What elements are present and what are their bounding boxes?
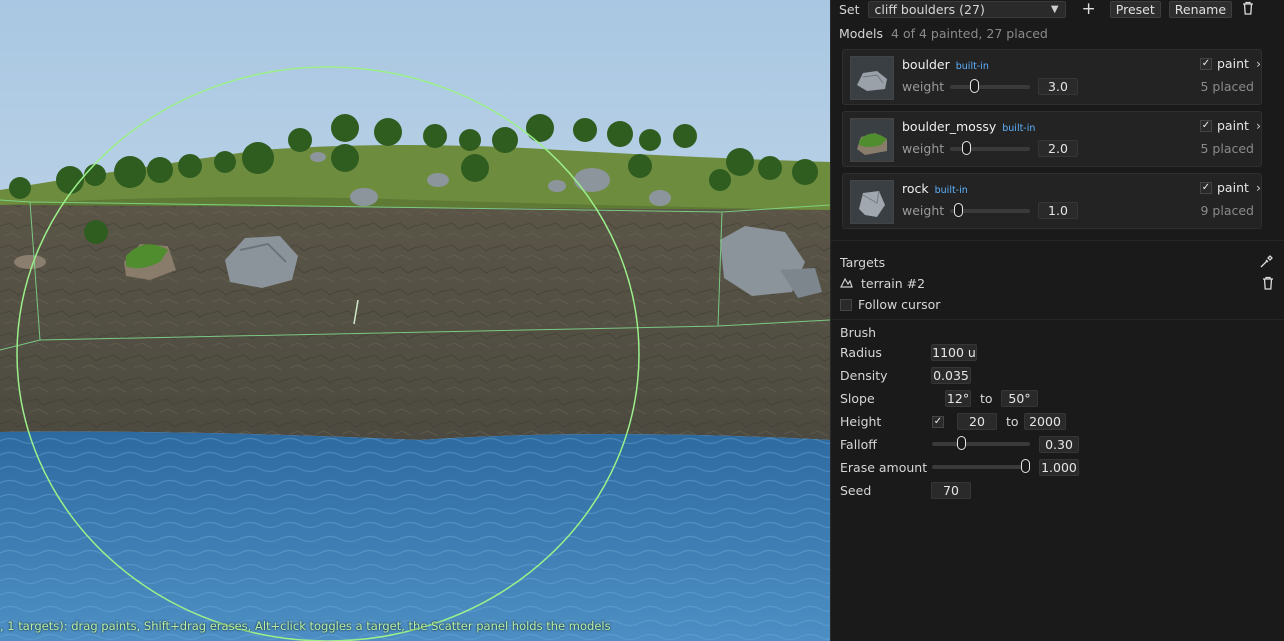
placed-count: 5 placed	[1200, 141, 1255, 156]
caret-down-icon: ▼	[1050, 4, 1059, 15]
height-enabled-checkbox[interactable]: ✓	[932, 416, 944, 428]
model-thumbnail	[850, 118, 894, 162]
paint-checkbox[interactable]: ✓	[1200, 119, 1212, 132]
weight-slider[interactable]	[950, 79, 1030, 93]
weight-label: weight	[902, 79, 945, 94]
paint-label: paint	[1217, 56, 1249, 71]
divider	[831, 240, 1284, 241]
set-value: cliff boulders (27)	[874, 2, 985, 17]
weight-value[interactable]: 1.0	[1038, 202, 1078, 219]
model-thumbnail	[850, 56, 894, 100]
set-row: Set cliff boulders (27) ▼ + Preset Renam…	[839, 1, 1254, 18]
scatter-panel: Set cliff boulders (27) ▼ + Preset Renam…	[830, 0, 1284, 641]
slider-knob[interactable]	[970, 79, 979, 93]
height-to-label: to	[1006, 414, 1019, 429]
scene-viewport[interactable]: , 1 targets): drag paints, Shift+drag er…	[0, 0, 830, 641]
built-in-badge: built-in	[1002, 123, 1036, 134]
model-card-boulder-mossy[interactable]: boulder_mossy built-in weight 2.0 ✓ paint …	[842, 111, 1262, 167]
chevron-right-icon[interactable]: ›	[1256, 56, 1261, 71]
slider-knob[interactable]	[954, 203, 963, 217]
eyedropper-icon[interactable]	[1259, 255, 1273, 269]
slider-knob[interactable]	[957, 436, 967, 450]
model-name: rock	[902, 181, 929, 196]
model-card-rock[interactable]: rock built-in weight 1.0 ✓ paint › 9 place…	[842, 173, 1262, 229]
weight-value[interactable]: 2.0	[1038, 140, 1078, 157]
slope-max-input[interactable]: 50°	[1001, 390, 1038, 407]
slope-to-label: to	[980, 391, 993, 406]
models-summary: 4 of 4 painted, 27 placed	[891, 26, 1048, 41]
scene-render[interactable]	[0, 0, 830, 641]
models-header: Models 4 of 4 painted, 27 placed	[839, 26, 1048, 41]
falloff-value[interactable]: 0.30	[1039, 436, 1079, 453]
built-in-badge: built-in	[934, 185, 968, 196]
slider-knob[interactable]	[962, 141, 971, 155]
density-input[interactable]: 0.035	[931, 367, 971, 384]
weight-slider[interactable]	[950, 141, 1030, 155]
model-thumbnail	[850, 180, 894, 224]
weight-value[interactable]: 3.0	[1038, 78, 1078, 95]
slope-min-input[interactable]: 12°	[945, 390, 971, 407]
slope-label: Slope	[840, 391, 875, 406]
chevron-right-icon[interactable]: ›	[1256, 118, 1261, 133]
viewport-hint: , 1 targets): drag paints, Shift+drag er…	[0, 619, 611, 633]
density-label: Density	[840, 368, 888, 383]
erase-amount-label: Erase amount	[840, 460, 928, 475]
divider	[831, 319, 1284, 320]
set-label: Set	[839, 2, 860, 17]
built-in-badge: built-in	[955, 61, 989, 72]
seed-label: Seed	[840, 483, 872, 498]
brush-title: Brush	[840, 325, 877, 340]
falloff-label: Falloff	[840, 437, 877, 452]
paint-checkbox[interactable]: ✓	[1200, 181, 1212, 194]
radius-label: Radius	[840, 345, 882, 360]
follow-cursor-checkbox[interactable]	[840, 298, 852, 311]
erase-amount-slider[interactable]	[932, 459, 1030, 473]
model-name: boulder_mossy	[902, 119, 997, 134]
radius-input[interactable]: 1100 u	[931, 344, 977, 361]
follow-cursor-row: Follow cursor	[840, 297, 940, 312]
placed-count: 5 placed	[1200, 79, 1255, 94]
targets-title: Targets	[840, 255, 886, 270]
plus-icon[interactable]: +	[1082, 1, 1096, 18]
weight-label: weight	[902, 203, 945, 218]
models-title: Models	[839, 26, 884, 41]
terrain-icon	[840, 276, 853, 291]
remove-target-icon[interactable]	[1262, 276, 1274, 290]
paint-checkbox[interactable]: ✓	[1200, 57, 1212, 70]
height-min-input[interactable]: 20	[957, 413, 997, 430]
follow-cursor-label: Follow cursor	[858, 297, 941, 312]
model-card-boulder[interactable]: boulder built-in weight 3.0 ✓ paint › 5 pl…	[842, 49, 1262, 105]
weight-label: weight	[902, 141, 945, 156]
set-dropdown[interactable]: cliff boulders (27) ▼	[867, 1, 1066, 18]
falloff-slider[interactable]	[932, 436, 1030, 450]
height-max-input[interactable]: 2000	[1024, 413, 1066, 430]
slider-knob[interactable]	[1021, 459, 1030, 473]
weight-slider[interactable]	[950, 203, 1030, 217]
height-label: Height	[840, 414, 882, 429]
paint-label: paint	[1217, 180, 1249, 195]
paint-label: paint	[1217, 118, 1249, 133]
rename-button[interactable]: Rename	[1168, 1, 1233, 18]
seed-input[interactable]: 70	[931, 482, 971, 499]
preset-button[interactable]: Preset	[1109, 1, 1161, 18]
target-name: terrain #2	[861, 276, 926, 291]
model-name: boulder	[902, 57, 950, 72]
chevron-right-icon[interactable]: ›	[1256, 180, 1261, 195]
placed-count: 9 placed	[1200, 203, 1255, 218]
trash-icon[interactable]	[1242, 1, 1254, 18]
target-row[interactable]: terrain #2	[840, 276, 925, 291]
erase-amount-value[interactable]: 1.000	[1039, 459, 1079, 476]
